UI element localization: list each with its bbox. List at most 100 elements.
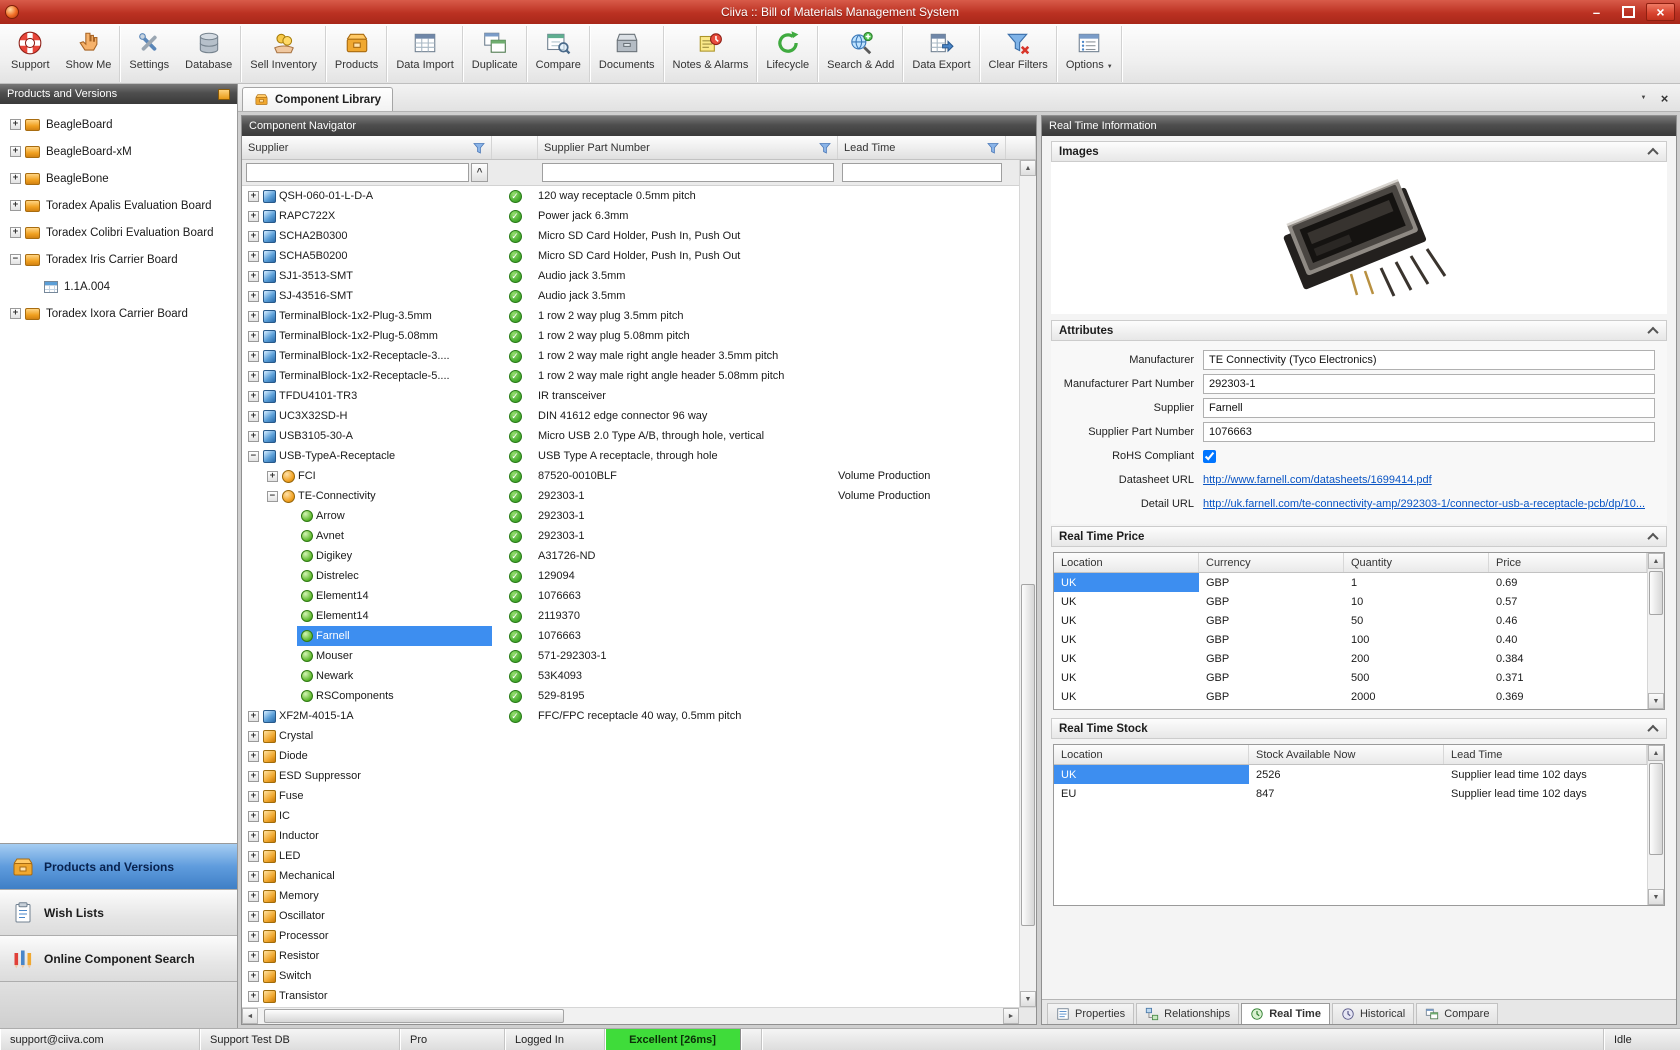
tree-expander[interactable]: + — [248, 771, 259, 782]
component-row[interactable]: + TerminalBlock-1x2-Plug-5.08mm — [242, 326, 1019, 346]
price-row[interactable]: UK GBP 50 0.46 — [1054, 611, 1647, 630]
toolbar-button[interactable]: Data Export — [904, 26, 979, 82]
component-row[interactable]: Newark 53K4093 — [242, 666, 1019, 686]
tree-expander[interactable]: + — [267, 471, 278, 482]
tree-expander[interactable]: + — [248, 851, 259, 862]
collapse-section-button[interactable] — [1647, 532, 1659, 542]
realtime-panel-tab[interactable]: Relationships — [1136, 1003, 1239, 1024]
price-col-price[interactable]: Price — [1489, 553, 1647, 572]
component-row[interactable]: + Crystal — [242, 726, 1019, 746]
toolbar-button[interactable]: Products — [327, 26, 387, 82]
filter-icon[interactable] — [819, 142, 831, 154]
tree-expander[interactable]: + — [10, 173, 21, 184]
component-row[interactable]: + Inductor — [242, 826, 1019, 846]
component-row[interactable]: + SCHA5B0200 — [242, 246, 1019, 266]
lead-time-filter-input[interactable] — [842, 163, 1002, 182]
component-row[interactable]: + SJ1-3513-SMT — [242, 266, 1019, 286]
tab-list-button[interactable] — [1636, 91, 1651, 105]
price-row[interactable]: UK GBP 500 0.371 — [1054, 668, 1647, 687]
maximize-button[interactable] — [1614, 3, 1643, 21]
collapse-section-button[interactable] — [1647, 147, 1659, 157]
product-tree-item[interactable]: 1.1A.004 — [0, 273, 237, 300]
tree-expander[interactable]: + — [248, 731, 259, 742]
toolbar-button[interactable]: Compare — [528, 26, 590, 82]
component-row[interactable]: + TerminalBlock-1x2-Receptacle-5.... — [242, 366, 1019, 386]
toolbar-button[interactable]: Clear Filters — [981, 26, 1057, 82]
tree-expander[interactable]: + — [248, 191, 259, 202]
tree-expander[interactable]: + — [248, 371, 259, 382]
close-button[interactable] — [1646, 3, 1675, 21]
tree-expander[interactable]: + — [248, 791, 259, 802]
scroll-down-button[interactable] — [1648, 889, 1664, 905]
component-row[interactable]: + Oscillator — [242, 906, 1019, 926]
component-row[interactable]: + TFDU4101-TR3 — [242, 386, 1019, 406]
product-tree-item[interactable]: + BeagleBone — [0, 165, 237, 192]
scrollbar-thumb[interactable] — [1649, 763, 1663, 855]
toolbar-button[interactable]: Settings — [121, 26, 177, 82]
price-row[interactable]: UK GBP 200 0.384 — [1054, 649, 1647, 668]
realtime-panel-tab[interactable]: Real Time — [1241, 1003, 1330, 1024]
scroll-up-button[interactable] — [1648, 553, 1664, 569]
stock-col-available[interactable]: Stock Available Now — [1249, 745, 1444, 764]
panel-pin-icon[interactable] — [218, 89, 230, 100]
minimize-button[interactable] — [1582, 3, 1611, 21]
product-tree-item[interactable]: + BeagleBoard — [0, 111, 237, 138]
component-row[interactable]: + USB3105-30-A — [242, 426, 1019, 446]
tree-expander[interactable]: + — [10, 119, 21, 130]
toolbar-button[interactable]: Lifecycle — [758, 26, 818, 82]
detail-url-link[interactable]: http://uk.farnell.com/te-connectivity-am… — [1203, 498, 1645, 510]
column-header-supplier[interactable]: Supplier — [242, 136, 492, 159]
tree-expander[interactable]: − — [267, 491, 278, 502]
tree-expander[interactable]: + — [248, 971, 259, 982]
tree-expander[interactable]: + — [248, 951, 259, 962]
component-row[interactable]: + Resistor — [242, 946, 1019, 966]
sidebar-nav-button[interactable]: Wish Lists — [0, 890, 237, 936]
tree-expander[interactable]: + — [10, 227, 21, 238]
component-row[interactable]: Distrelec 129094 — [242, 566, 1019, 586]
product-tree-item[interactable]: + Toradex Apalis Evaluation Board — [0, 192, 237, 219]
toolbar-button[interactable]: Support — [3, 26, 58, 82]
component-row[interactable]: − USB-TypeA-Receptacle — [242, 446, 1019, 466]
tree-expander[interactable]: − — [10, 254, 21, 265]
scroll-down-button[interactable] — [1648, 693, 1664, 709]
product-tree-item[interactable]: − Toradex Iris Carrier Board — [0, 246, 237, 273]
component-row[interactable]: + LED — [242, 846, 1019, 866]
tree-expander[interactable]: + — [248, 411, 259, 422]
scroll-up-button[interactable] — [1648, 745, 1664, 761]
component-row[interactable]: + TerminalBlock-1x2-Receptacle-3.... — [242, 346, 1019, 366]
component-row[interactable]: + SCHA2B0300 — [242, 226, 1019, 246]
column-header-part-number[interactable]: Supplier Part Number — [538, 136, 838, 159]
rohs-compliant-checkbox[interactable] — [1203, 450, 1216, 463]
tree-expander[interactable]: + — [248, 331, 259, 342]
datasheet-url-link[interactable]: http://www.farnell.com/datasheets/169941… — [1203, 474, 1432, 486]
price-col-currency[interactable]: Currency — [1199, 553, 1344, 572]
component-row[interactable]: + ESD Suppressor — [242, 766, 1019, 786]
tree-expander[interactable]: + — [248, 811, 259, 822]
product-tree-item[interactable]: + Toradex Colibri Evaluation Board — [0, 219, 237, 246]
price-row[interactable]: UK GBP 100 0.40 — [1054, 630, 1647, 649]
column-header-lead-time[interactable]: Lead Time — [838, 136, 1006, 159]
component-row[interactable]: + QSH-060-01-L-D-A — [242, 186, 1019, 206]
toolbar-button[interactable]: Documents — [591, 26, 664, 82]
tree-expander[interactable]: + — [10, 308, 21, 319]
tree-expander[interactable]: + — [10, 200, 21, 211]
component-row[interactable]: Avnet 292303-1 — [242, 526, 1019, 546]
component-row[interactable]: + Switch — [242, 966, 1019, 986]
realtime-panel-tab[interactable]: Compare — [1416, 1003, 1498, 1024]
component-row[interactable]: + Diode — [242, 746, 1019, 766]
component-row[interactable]: + RAPC722X — [242, 206, 1019, 226]
tree-expander[interactable]: + — [248, 891, 259, 902]
tree-expander[interactable]: − — [248, 451, 259, 462]
scrollbar-thumb[interactable] — [264, 1009, 564, 1023]
stock-col-lead-time[interactable]: Lead Time — [1444, 745, 1647, 764]
tree-expander[interactable]: + — [248, 211, 259, 222]
horizontal-scrollbar[interactable] — [242, 1007, 1036, 1024]
toolbar-button[interactable]: Search & Add — [819, 26, 903, 82]
component-row[interactable]: + Memory — [242, 886, 1019, 906]
price-row[interactable]: UK GBP 10 0.57 — [1054, 592, 1647, 611]
tree-expander[interactable]: + — [248, 911, 259, 922]
tree-expander[interactable]: + — [248, 711, 259, 722]
component-row[interactable]: + Transistor — [242, 986, 1019, 1006]
toolbar-button[interactable]: Notes & Alarms — [665, 26, 758, 82]
price-row[interactable]: UK GBP 1 0.69 — [1054, 573, 1647, 592]
